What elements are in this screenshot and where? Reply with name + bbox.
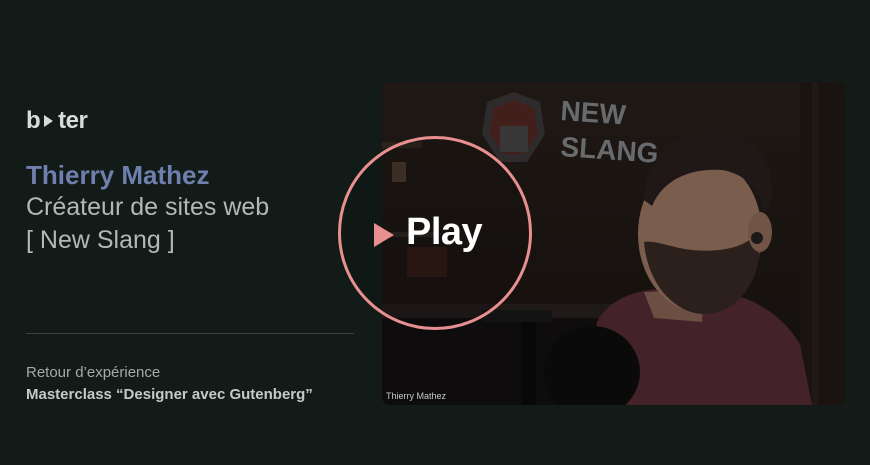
- video-caption: Thierry Mathez: [386, 391, 447, 401]
- logo-play-icon: [44, 115, 54, 127]
- video-card: b ter Thierry Mathez Créateur de sites w…: [0, 0, 870, 465]
- speaker-company: [ New Slang ]: [26, 226, 175, 254]
- play-triangle-icon: [374, 223, 394, 247]
- speaker-name: Thierry Mathez: [26, 160, 210, 190]
- logo-text-right: ter: [58, 107, 88, 134]
- brand-logo: b ter: [26, 107, 88, 135]
- talk-kicker: Retour d’expérience: [26, 364, 161, 381]
- play-button[interactable]: Play: [338, 136, 532, 330]
- logo-text-left: b: [26, 107, 41, 134]
- play-label: Play: [406, 211, 483, 253]
- talk-title: Masterclass “Designer avec Gutenberg”: [26, 386, 313, 403]
- speaker-role: Créateur de sites web: [26, 193, 270, 221]
- divider: [26, 333, 354, 334]
